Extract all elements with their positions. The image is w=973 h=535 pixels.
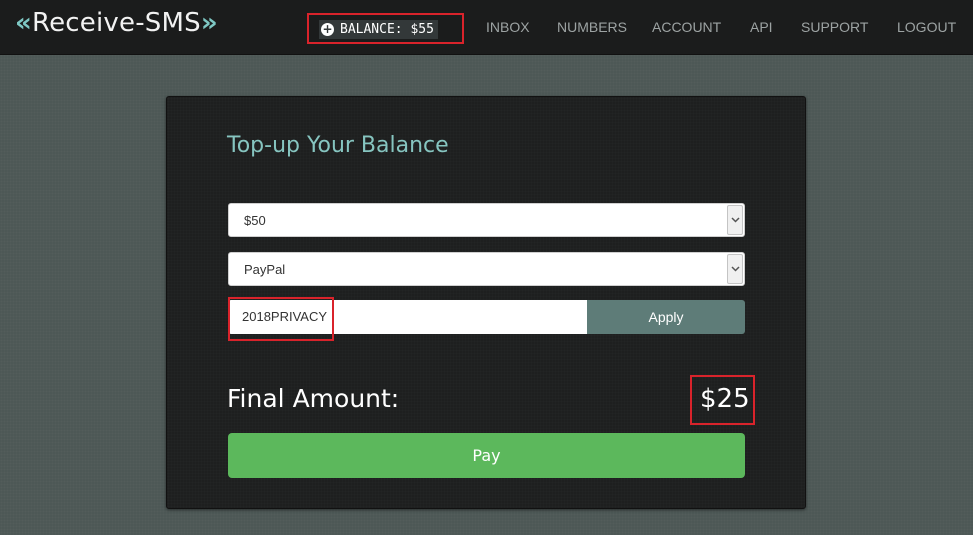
- pay-button[interactable]: Pay: [228, 433, 745, 478]
- chevron-down-icon: [727, 205, 743, 235]
- page-title: Top-up Your Balance: [227, 133, 449, 158]
- logo-right-chevron: »: [200, 8, 218, 38]
- final-amount-label: Final Amount:: [227, 384, 400, 413]
- nav-account[interactable]: ACCOUNT: [652, 19, 721, 35]
- nav-numbers[interactable]: NUMBERS: [557, 19, 627, 35]
- chevron-down-icon: [727, 254, 743, 284]
- coupon-code-text: 2018PRIVACY: [242, 309, 328, 324]
- coupon-highlight-box: 2018PRIVACY: [228, 297, 334, 341]
- final-amount-value: $25: [700, 384, 750, 414]
- payment-method-select[interactable]: PayPal: [228, 252, 745, 286]
- nav-logout[interactable]: LOGOUT: [897, 19, 956, 35]
- plus-circle-icon: +: [321, 22, 334, 36]
- nav-api[interactable]: API: [750, 19, 773, 35]
- balance-label: BALANCE: $55: [340, 22, 434, 37]
- topup-card: Top-up Your Balance $50 PayPal 2018PRIVA…: [166, 96, 806, 509]
- logo-text: Receive-SMS: [32, 8, 201, 38]
- payment-method-value: PayPal: [244, 262, 286, 277]
- final-amount-highlight-box: $25: [690, 375, 755, 425]
- apply-button[interactable]: Apply: [587, 300, 745, 334]
- logo-left-chevron: «: [15, 8, 32, 38]
- top-navbar: «Receive-SMS» + BALANCE: $55 INBOX NUMBE…: [0, 0, 973, 55]
- balance-highlight-box: + BALANCE: $55: [307, 13, 464, 44]
- amount-select-value: $50: [244, 213, 266, 228]
- nav-inbox[interactable]: INBOX: [486, 19, 530, 35]
- nav-support[interactable]: SUPPORT: [801, 19, 868, 35]
- amount-select[interactable]: $50: [228, 203, 745, 237]
- site-logo[interactable]: «Receive-SMS»: [15, 8, 218, 38]
- balance-button[interactable]: + BALANCE: $55: [319, 20, 438, 39]
